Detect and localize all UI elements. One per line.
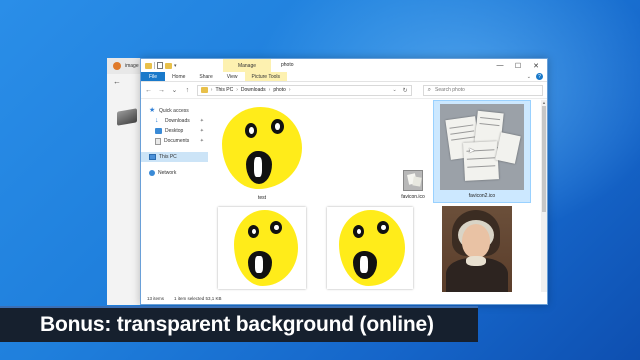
minimize-button[interactable]: — (491, 59, 509, 72)
sidebar-item-quick-access[interactable]: ★ Quick access (141, 106, 208, 116)
close-button[interactable]: ✕ (527, 59, 545, 72)
desktop-icon (155, 128, 162, 134)
up-arrow-icon[interactable]: ↑ (184, 87, 191, 94)
expand-ribbon-icon[interactable]: ⌄ (527, 74, 531, 80)
sidebar-item-label: Quick access (159, 108, 189, 114)
toolbar-separator (154, 62, 155, 69)
sidebar-item-this-pc[interactable]: This PC (141, 152, 208, 162)
sidebar-item-network[interactable]: Network (141, 168, 208, 178)
sidebar-item-label: This PC (159, 154, 177, 160)
mouse-cursor-icon: ➤ (468, 146, 475, 155)
chevron-right-icon: › (210, 87, 213, 93)
forward-arrow-icon[interactable]: → (158, 87, 165, 94)
search-placeholder: Search photo (435, 87, 465, 93)
file-item-smiley-copy-2[interactable] (325, 207, 417, 289)
sidebar-item-label: Downloads (165, 118, 190, 124)
back-arrow-icon[interactable]: ← (145, 87, 152, 94)
banner-text: Bonus: transparent background (online) (40, 313, 434, 336)
star-icon: ★ (149, 107, 156, 114)
breadcrumb-downloads[interactable]: Downloads (241, 87, 266, 93)
window-controls: — ☐ ✕ (491, 59, 545, 72)
portrait-photo-thumbnail (442, 206, 512, 292)
chevron-right-icon: › (288, 87, 291, 93)
file-view: test favicon.ico ➤ favicon2.ico ▲ (208, 100, 547, 292)
browser-tab-label: image (125, 63, 139, 69)
properties-icon[interactable] (157, 62, 163, 69)
file-explorer-window: ▾ Manage photo — ☐ ✕ File Home Share Vie… (140, 58, 548, 305)
sidebar-item-label: Documents (164, 138, 190, 144)
pin-icon: ✦ (199, 118, 204, 124)
address-bar[interactable]: › This PC › Downloads › photo › ⌄ ↻ (196, 84, 412, 96)
file-name: test (257, 195, 267, 201)
caption-banner: Bonus: transparent background (online) (0, 306, 478, 342)
smiley-thumbnail (220, 101, 304, 191)
papers-photo-thumbnail: ➤ (440, 104, 524, 190)
folder-icon (145, 62, 152, 69)
file-name: favicon.ico (401, 194, 425, 200)
navigation-pane: ★ Quick access ↓ Downloads ✦ Desktop ✦ D… (141, 100, 208, 292)
sidebar-item-downloads[interactable]: ↓ Downloads ✦ (141, 116, 208, 126)
pc-icon (149, 154, 156, 160)
smiley-thumbnail (327, 207, 413, 289)
search-input[interactable]: ⌕ Search photo (422, 84, 543, 96)
tab-home[interactable]: Home (165, 72, 192, 81)
customize-toolbar-icon[interactable]: ▾ (174, 63, 177, 69)
vertical-scrollbar[interactable]: ▲ (541, 100, 547, 292)
file-item-test[interactable]: test (216, 101, 308, 203)
chevron-right-icon: › (236, 87, 238, 93)
pin-icon: ✦ (199, 138, 204, 144)
ico-file-icon (403, 170, 423, 191)
recent-locations-icon[interactable]: ⌄ (171, 86, 178, 94)
ribbon-controls: ⌄ ? (527, 73, 543, 80)
quick-access-toolbar: ▾ (145, 62, 177, 69)
breadcrumb-photo[interactable]: photo (273, 87, 286, 93)
file-item-favicon2[interactable]: ➤ favicon2.ico (433, 100, 531, 203)
address-row: ← → ⌄ ↑ › This PC › Downloads › photo › … (141, 82, 547, 99)
documents-icon (155, 137, 161, 145)
manage-tab[interactable]: Manage (223, 59, 271, 72)
tab-share[interactable]: Share (192, 72, 219, 81)
sidebar-item-desktop[interactable]: Desktop ✦ (141, 126, 208, 136)
file-item-smiley-copy-1[interactable] (216, 207, 308, 289)
file-item-portrait[interactable] (442, 206, 514, 292)
sidebar-item-label: Network (158, 170, 177, 176)
folder-icon (200, 87, 208, 93)
breadcrumb-this-pc[interactable]: This PC (215, 87, 233, 93)
selection-info: 1 item selected 53,1 KB (174, 295, 222, 301)
new-folder-icon[interactable] (165, 62, 172, 69)
ribbon-tabs: File Home Share View Picture Tools ⌄ ? (141, 72, 547, 82)
browser-logo (117, 108, 137, 126)
browser-tab-icon (113, 62, 121, 70)
item-count: 13 items (147, 295, 165, 301)
window-title: photo (281, 62, 294, 68)
file-item-favicon[interactable]: favicon.ico (388, 170, 438, 202)
refresh-icon[interactable]: ↻ (403, 87, 408, 94)
status-bar: 13 items 1 item selected 53,1 KB (141, 292, 547, 304)
help-icon[interactable]: ? (536, 73, 543, 80)
scroll-thumb[interactable] (542, 106, 546, 212)
tab-view[interactable]: View (220, 72, 245, 81)
sidebar-item-documents[interactable]: Documents ✦ (141, 136, 208, 146)
file-name: favicon2.ico (468, 193, 496, 199)
pin-icon: ✦ (199, 128, 204, 134)
smiley-thumbnail (218, 207, 306, 289)
chevron-down-icon[interactable]: ⌄ (392, 87, 396, 93)
title-bar: ▾ Manage photo — ☐ ✕ (141, 59, 547, 72)
search-icon: ⌕ (427, 86, 432, 93)
tab-picture-tools[interactable]: Picture Tools (244, 72, 288, 81)
download-icon: ↓ (155, 117, 159, 124)
maximize-button[interactable]: ☐ (509, 59, 527, 72)
explorer-body: ★ Quick access ↓ Downloads ✦ Desktop ✦ D… (141, 100, 547, 292)
chevron-right-icon: › (268, 87, 271, 93)
sidebar-item-label: Desktop (165, 128, 184, 134)
network-icon (149, 170, 155, 176)
tab-file[interactable]: File (141, 72, 166, 81)
